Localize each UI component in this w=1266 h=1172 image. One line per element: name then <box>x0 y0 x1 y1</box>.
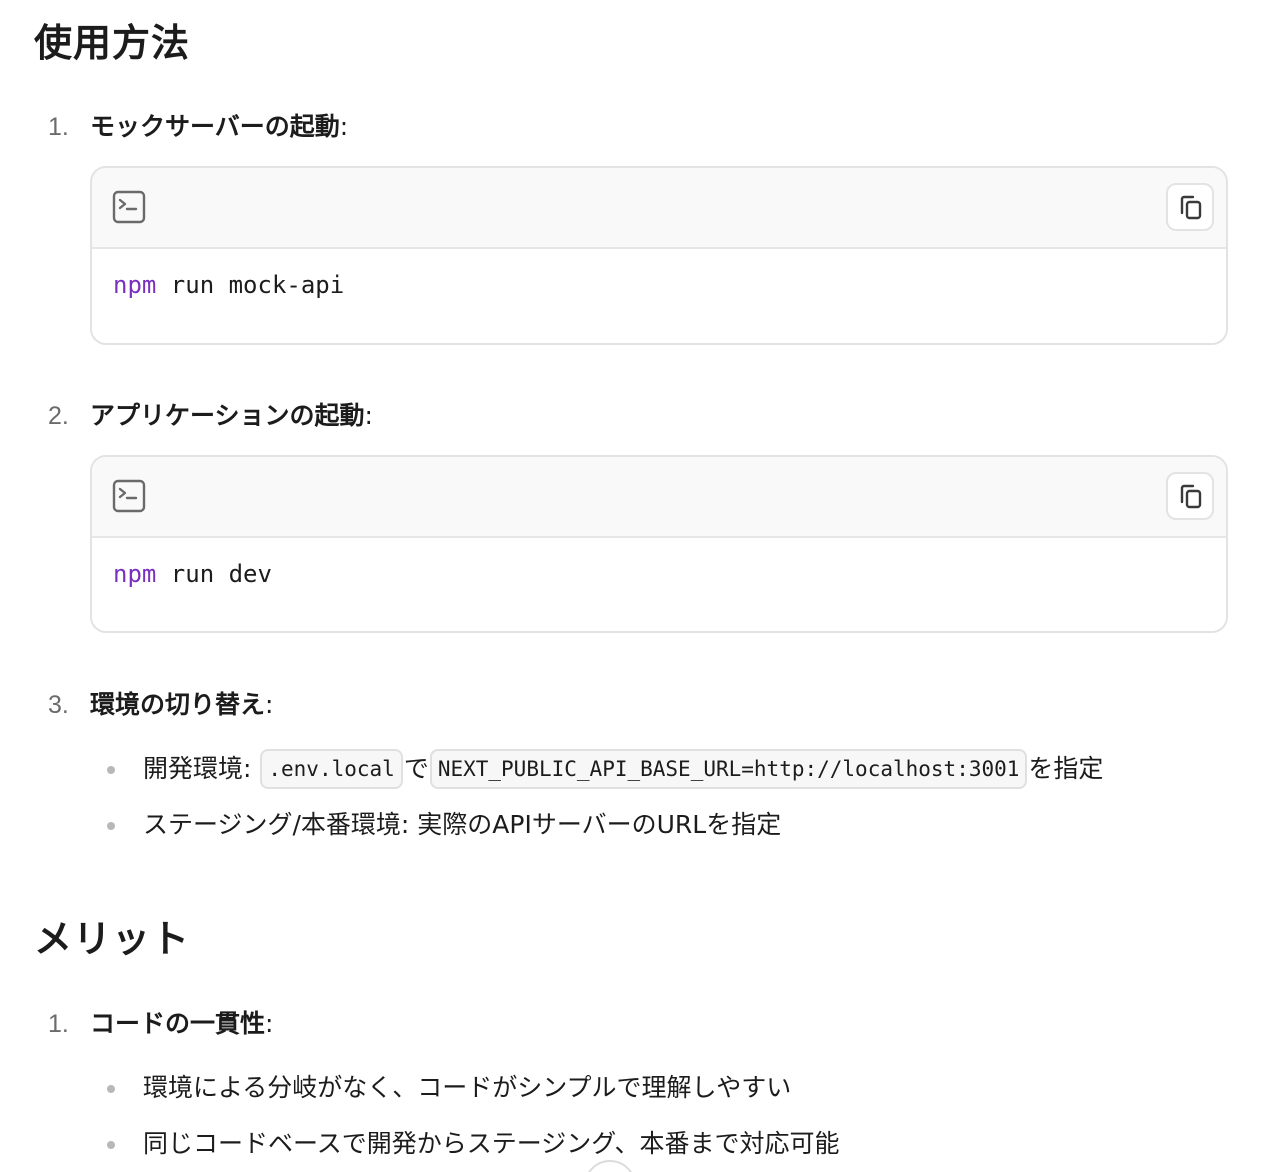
inline-code-env-var: NEXT_PUBLIC_API_BASE_URL=http://localhos… <box>429 749 1028 789</box>
code-line: npm run mock-api <box>113 271 345 299</box>
merits-step-1: 1. コードの一貫性: <box>0 1004 1266 1044</box>
merits-heading: メリット <box>34 917 191 961</box>
list-item: 環境による分岐がなく、コードがシンプルで理解しやすい <box>0 1068 1266 1108</box>
list-item-text: 開発環境: .env.local で NEXT_PUBLIC_API_BASE_UR… <box>143 749 1103 789</box>
list-item: 開発環境: .env.local で NEXT_PUBLIC_API_BASE_UR… <box>0 749 1266 789</box>
code-block-header <box>92 457 1226 538</box>
step-label: アプリケーションの起動: <box>90 401 373 430</box>
terminal-icon <box>112 479 146 513</box>
step-number: 3. <box>48 691 69 719</box>
copy-button[interactable] <box>1166 472 1214 520</box>
inline-code-env-file: .env.local <box>260 749 403 789</box>
copy-icon <box>1180 484 1202 509</box>
bullet-dot <box>107 1085 115 1093</box>
step-label: モックサーバーの起動: <box>90 112 349 141</box>
code-block-mock-api: npm run mock-api <box>90 166 1228 345</box>
code-block-body: npm run mock-api <box>92 249 1226 343</box>
bullet-dot <box>107 822 115 830</box>
copy-icon <box>1180 195 1202 220</box>
terminal-icon <box>112 190 146 224</box>
usage-step-1: 1. モックサーバーの起動: <box>0 107 1266 147</box>
code-line: npm run dev <box>113 560 272 588</box>
list-item: 同じコードベースで開発からステージング、本番まで対応可能 <box>0 1124 1266 1164</box>
usage-step-2: 2. アプリケーションの起動: <box>0 396 1266 436</box>
list-item-text: 同じコードベースで開発からステージング、本番まで対応可能 <box>143 1129 840 1158</box>
bullet-dot <box>107 1141 115 1149</box>
step-number: 1. <box>48 1010 69 1038</box>
list-item-text: 環境による分岐がなく、コードがシンプルで理解しやすい <box>143 1073 792 1102</box>
list-item-text: ステージング/本番環境: 実際のAPIサーバーのURLを指定 <box>143 810 782 839</box>
code-block-body: npm run dev <box>92 538 1226 631</box>
bullet-dot <box>107 766 115 774</box>
step-number: 1. <box>48 113 69 141</box>
list-item: ステージング/本番環境: 実際のAPIサーバーのURLを指定 <box>0 805 1266 845</box>
usage-heading: 使用方法 <box>34 21 191 65</box>
step-label: コードの一貫性: <box>90 1009 274 1038</box>
code-block-header <box>92 168 1226 249</box>
code-block-dev: npm run dev <box>90 455 1228 633</box>
copy-button[interactable] <box>1166 183 1214 231</box>
usage-step-3: 3. 環境の切り替え: <box>0 685 1266 725</box>
step-number: 2. <box>48 402 69 430</box>
step-label: 環境の切り替え: <box>90 690 274 719</box>
